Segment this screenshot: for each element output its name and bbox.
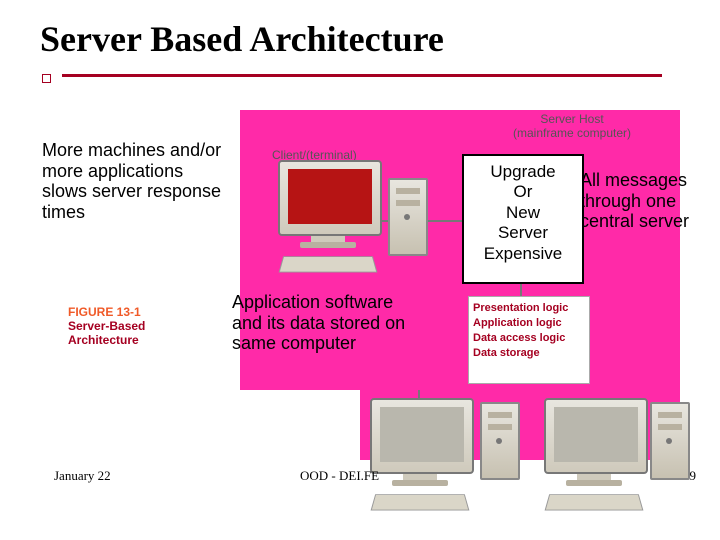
- host-label: Server Host (mainframe computer): [477, 112, 667, 140]
- server-box-l1: Upgrade: [464, 162, 582, 182]
- annotation-center: Application software and its data stored…: [232, 292, 412, 354]
- logic-l4: Data storage: [473, 346, 585, 361]
- server-box-l2: Or: [464, 182, 582, 202]
- logic-l3: Data access logic: [473, 331, 585, 346]
- logic-l2: Application logic: [473, 316, 585, 331]
- server-box-l4: Server: [464, 223, 582, 243]
- logic-layers-box: Presentation logic Application logic Dat…: [468, 296, 590, 384]
- client-computer-icon: [278, 160, 378, 274]
- server-box-l5: Expensive: [464, 244, 582, 264]
- title-underline: [62, 74, 662, 77]
- extra-tower-icon: [650, 402, 690, 480]
- slide-title: Server Based Architecture: [40, 18, 444, 60]
- client-tower-icon: [388, 178, 428, 256]
- server-cost-box: Upgrade Or New Server Expensive: [462, 154, 584, 284]
- extra-computer-icon: [544, 398, 644, 512]
- host-label-line1: Server Host: [540, 112, 603, 126]
- host-label-line2: (mainframe computer): [513, 126, 631, 140]
- slide: Server Based Architecture More machines …: [0, 0, 720, 540]
- annotation-right: All messages through one central server: [580, 170, 710, 232]
- extra-computer-icon: [370, 398, 470, 512]
- footer-center: OOD - DEI.FE: [300, 468, 379, 484]
- title-bullet-icon: [42, 74, 51, 83]
- footer-page-number: 9: [690, 468, 697, 484]
- logic-l1: Presentation logic: [473, 301, 585, 316]
- annotation-left: More machines and/or more applications s…: [42, 140, 232, 223]
- server-box-l3: New: [464, 203, 582, 223]
- footer-date: January 22: [54, 468, 111, 484]
- extra-tower-icon: [480, 402, 520, 480]
- figure-title: Server-Based Architecture: [68, 320, 168, 348]
- figure-number: FIGURE 13-1: [68, 305, 141, 319]
